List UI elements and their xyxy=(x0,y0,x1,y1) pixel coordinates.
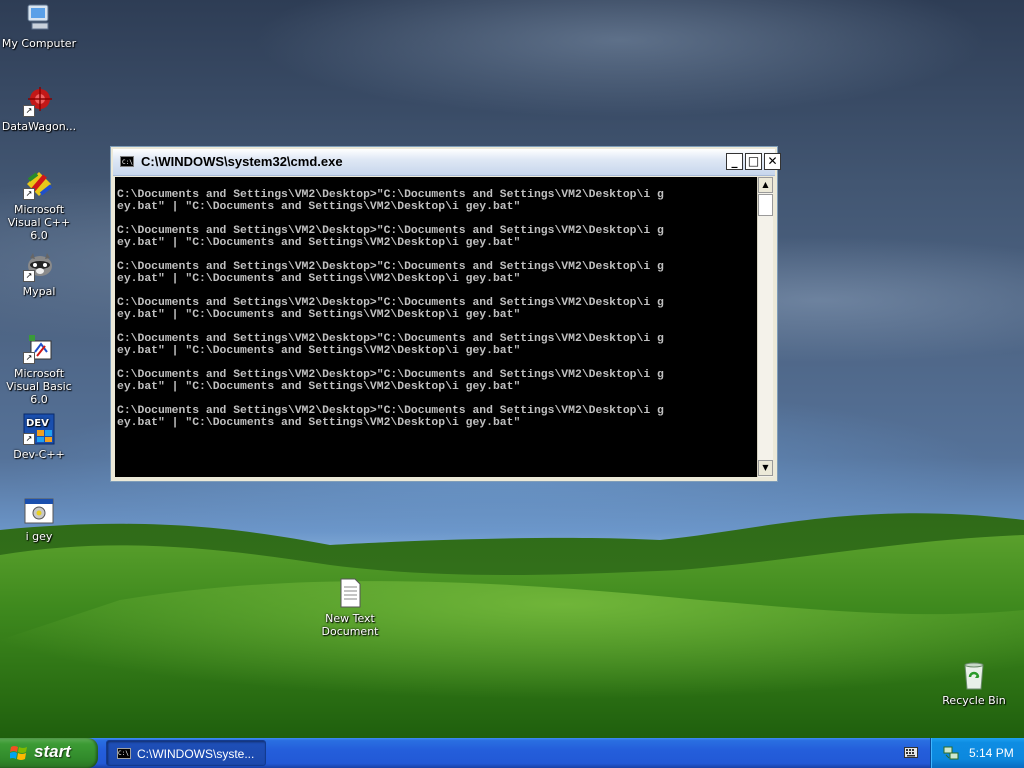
console-line: ey.bat" | "C:\Documents and Settings\VM2… xyxy=(117,237,521,249)
console-line: ey.bat" | "C:\Documents and Settings\VM2… xyxy=(117,201,521,213)
scroll-up-arrow-icon[interactable]: ▲ xyxy=(758,177,773,193)
desktop-icon-visual-cpp[interactable]: ↗ Microsoft Visual C++ 6.0 xyxy=(0,168,78,242)
close-button[interactable]: ✕ xyxy=(764,153,781,170)
console-line: ey.bat" | "C:\Documents and Settings\VM2… xyxy=(117,273,521,285)
console-line: ey.bat" | "C:\Documents and Settings\VM2… xyxy=(117,381,521,393)
console-line: C:\Documents and Settings\VM2\Desktop>"C… xyxy=(117,225,664,237)
taskbar-button-cmd[interactable]: C:\ C:\WINDOWS\syste... xyxy=(106,740,266,766)
desktop-icon-label: i gey xyxy=(25,530,53,543)
console-icon: C:\ xyxy=(120,156,134,167)
desktop-icon-label: My Computer xyxy=(1,37,77,50)
desktop-icon-new-text-document[interactable]: New Text Document xyxy=(311,577,389,638)
console-line: C:\Documents and Settings\VM2\Desktop>"C… xyxy=(117,369,664,381)
network-icon[interactable] xyxy=(943,745,959,761)
desktop-icon-i-gey[interactable]: i gey xyxy=(0,495,78,543)
console-icon: C:\ xyxy=(117,748,131,759)
windows-flag-icon xyxy=(10,746,27,760)
desktop-icon-label: Microsoft Visual Basic 6.0 xyxy=(6,367,72,406)
window-title: C:\WINDOWS\system32\cmd.exe xyxy=(141,154,343,169)
visual-basic-icon: ↗ xyxy=(23,332,55,364)
console-line: C:\Documents and Settings\VM2\Desktop>"C… xyxy=(117,297,664,309)
start-button[interactable]: start xyxy=(0,738,98,768)
shortcut-arrow-icon: ↗ xyxy=(23,352,35,364)
desktop-icon-label: Mypal xyxy=(22,285,56,298)
console-output[interactable]: C:\Documents and Settings\VM2\Desktop>"C… xyxy=(115,177,757,477)
console-line: C:\Documents and Settings\VM2\Desktop>"C… xyxy=(117,189,664,201)
desktop-icon-label: Microsoft Visual C++ 6.0 xyxy=(7,203,71,242)
desktop-icon-label: New Text Document xyxy=(321,612,379,638)
batch-file-icon xyxy=(23,495,55,527)
desktop-icon-label: Dev-C++ xyxy=(13,448,65,461)
console-line: ey.bat" | "C:\Documents and Settings\VM2… xyxy=(117,309,521,321)
desktop-icon-visual-basic[interactable]: ↗ Microsoft Visual Basic 6.0 xyxy=(0,332,78,406)
desktop-icon-mypal[interactable]: ↗ Mypal xyxy=(0,250,78,298)
scroll-down-arrow-icon[interactable]: ▼ xyxy=(758,460,773,476)
console-line: ey.bat" | "C:\Documents and Settings\VM2… xyxy=(117,345,521,357)
system-tray: 5:14 PM xyxy=(930,738,1024,768)
shortcut-arrow-icon: ↗ xyxy=(23,270,35,282)
taskbar-button-label: C:\WINDOWS\syste... xyxy=(137,747,255,761)
visual-cpp-icon: ↗ xyxy=(23,168,55,200)
shortcut-arrow-icon: ↗ xyxy=(23,433,35,445)
scrollbar-thumb[interactable] xyxy=(758,194,773,216)
recycle-bin-icon xyxy=(958,659,990,691)
keyboard-language-icon[interactable] xyxy=(904,747,918,758)
desktop-icon-datawagon[interactable]: ↗ DataWagon... xyxy=(0,85,78,133)
vertical-scrollbar[interactable]: ▲ ▼ xyxy=(757,177,773,477)
clock[interactable]: 5:14 PM xyxy=(969,746,1014,760)
desktop-icon-my-computer[interactable]: My Computer xyxy=(0,2,78,50)
datawagon-icon: ↗ xyxy=(23,85,55,117)
shortcut-arrow-icon: ↗ xyxy=(23,188,35,200)
svg-text:DEV: DEV xyxy=(26,418,49,429)
desktop-icon-label: Recycle Bin xyxy=(942,694,1006,707)
desktop-icon-dev-cpp[interactable]: DEV ↗ Dev-C++ xyxy=(0,413,78,461)
my-computer-icon xyxy=(23,2,55,34)
console-line: C:\Documents and Settings\VM2\Desktop>"C… xyxy=(117,405,664,417)
dev-cpp-icon: DEV ↗ xyxy=(23,413,55,445)
taskbar: start C:\ C:\WINDOWS\syste... 5:14 PM xyxy=(0,738,1024,768)
mypal-raccoon-icon: ↗ xyxy=(23,250,55,282)
text-document-icon xyxy=(334,577,366,609)
console-line: ey.bat" | "C:\Documents and Settings\VM2… xyxy=(117,417,521,429)
desktop-icon-recycle-bin[interactable]: Recycle Bin xyxy=(935,659,1013,707)
console-line: C:\Documents and Settings\VM2\Desktop>"C… xyxy=(117,333,664,345)
maximize-button[interactable]: □ xyxy=(745,153,762,170)
start-label: start xyxy=(34,742,71,761)
console-line: C:\Documents and Settings\VM2\Desktop>"C… xyxy=(117,261,664,273)
cmd-title-bar[interactable]: C:\ C:\WINDOWS\system32\cmd.exe _ □ ✕ xyxy=(113,149,781,176)
desktop-icon-label: DataWagon... xyxy=(1,120,77,133)
cmd-window[interactable]: C:\ C:\WINDOWS\system32\cmd.exe _ □ ✕ C:… xyxy=(110,146,781,482)
minimize-button[interactable]: _ xyxy=(726,153,743,170)
shortcut-arrow-icon: ↗ xyxy=(23,105,35,117)
